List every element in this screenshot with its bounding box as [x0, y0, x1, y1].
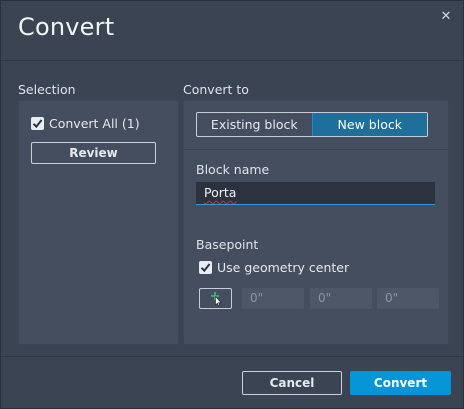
- convert-to-heading: Convert to: [183, 82, 249, 97]
- selection-panel: Convert All (1) Review: [18, 100, 179, 345]
- footer-divider: [1, 356, 463, 357]
- pick-point-button[interactable]: [199, 288, 232, 309]
- basepoint-label: Basepoint: [196, 237, 259, 252]
- cancel-button[interactable]: Cancel: [242, 371, 342, 395]
- convert-button[interactable]: Convert: [350, 371, 451, 395]
- basepoint-x-input[interactable]: 0": [242, 288, 304, 309]
- panel-divider: [184, 149, 448, 150]
- convert-all-label: Convert All (1): [49, 116, 140, 131]
- convert-mode-toggle: Existing block New block: [196, 112, 428, 137]
- convert-all-checkbox[interactable]: [31, 117, 44, 130]
- use-geometry-center-label: Use geometry center: [217, 260, 350, 275]
- checkmark-icon: [32, 119, 43, 129]
- pick-point-icon: [211, 292, 222, 307]
- convert-to-panel: Existing block New block Block name Port…: [183, 100, 449, 345]
- convert-dialog: Convert ✕ Selection Convert to Convert A…: [0, 0, 464, 409]
- block-name-input[interactable]: Porta: [196, 182, 435, 205]
- selection-heading: Selection: [18, 82, 76, 97]
- use-geometry-center-checkbox[interactable]: [199, 261, 212, 274]
- tab-existing-block[interactable]: Existing block: [197, 113, 312, 136]
- dialog-title: Convert: [18, 13, 115, 41]
- block-name-value: Porta: [204, 185, 237, 200]
- review-button[interactable]: Review: [31, 142, 156, 164]
- checkmark-icon: [200, 263, 211, 273]
- block-name-label: Block name: [196, 162, 270, 177]
- close-icon[interactable]: ✕: [437, 8, 455, 26]
- basepoint-z-input[interactable]: 0": [377, 288, 439, 309]
- tab-new-block[interactable]: New block: [311, 113, 427, 136]
- title-divider: [1, 60, 463, 61]
- basepoint-y-input[interactable]: 0": [310, 288, 372, 309]
